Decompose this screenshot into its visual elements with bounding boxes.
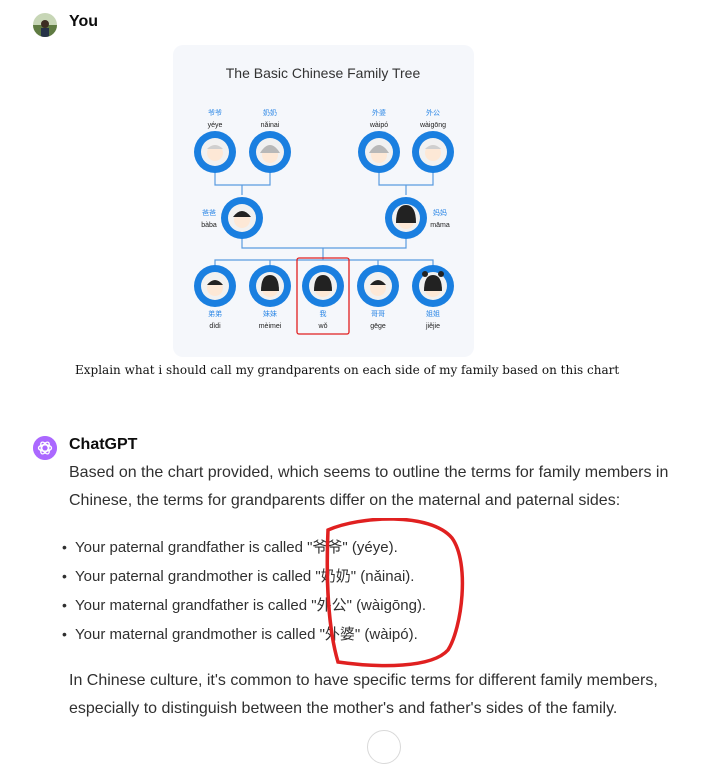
svg-text:dìdi: dìdi bbox=[209, 323, 221, 330]
chatgpt-logo-icon bbox=[33, 436, 57, 460]
svg-text:外婆: 外婆 bbox=[372, 108, 386, 117]
bullet-icon: • bbox=[62, 568, 67, 584]
svg-text:我: 我 bbox=[320, 309, 327, 318]
svg-text:爷爷: 爷爷 bbox=[208, 108, 222, 117]
svg-text:wǒ: wǒ bbox=[318, 323, 328, 330]
node-waigong: 外公 wàigōng bbox=[412, 108, 454, 173]
svg-text:弟弟: 弟弟 bbox=[208, 309, 222, 318]
user-avatar bbox=[33, 13, 57, 37]
svg-text:wàigōng: wàigōng bbox=[419, 122, 446, 129]
svg-text:jiějie: jiějie bbox=[425, 323, 440, 330]
svg-text:mèimei: mèimei bbox=[259, 323, 282, 330]
node-baba: 爸爸 bàba bbox=[201, 197, 263, 239]
svg-text:哥哥: 哥哥 bbox=[371, 310, 385, 318]
bullet-icon: • bbox=[62, 597, 67, 613]
node-jiejie: 姐姐 jiějie bbox=[412, 265, 454, 330]
svg-text:姐姐: 姐姐 bbox=[426, 309, 440, 318]
svg-text:爸爸: 爸爸 bbox=[202, 208, 216, 217]
svg-text:yéye: yéye bbox=[208, 122, 223, 129]
svg-text:外公: 外公 bbox=[426, 108, 440, 117]
user-prompt-text: Explain what i should call my grandparen… bbox=[75, 363, 620, 377]
node-gege: 哥哥 gēge bbox=[357, 265, 399, 330]
scroll-down-button[interactable] bbox=[367, 730, 401, 764]
svg-text:bàba: bàba bbox=[201, 222, 217, 229]
bullet-icon: • bbox=[62, 626, 67, 642]
svg-text:wàipó: wàipó bbox=[369, 122, 388, 129]
red-highlight-annotation bbox=[320, 517, 470, 675]
node-mama: 妈妈 māma bbox=[385, 197, 450, 239]
node-wo: 我 wǒ bbox=[296, 257, 350, 335]
node-yeye: 爷爷 yéye bbox=[194, 108, 236, 173]
response-intro: Based on the chart provided, which seems… bbox=[69, 464, 669, 509]
node-nainai: 奶奶 nǎinai bbox=[249, 108, 291, 173]
svg-text:māma: māma bbox=[430, 222, 450, 229]
svg-text:gēge: gēge bbox=[370, 323, 386, 330]
assistant-name: ChatGPT bbox=[69, 436, 138, 453]
svg-text:奶奶: 奶奶 bbox=[263, 108, 277, 117]
node-didi: 弟弟 dìdi bbox=[194, 265, 236, 330]
family-tree-title: The Basic Chinese Family Tree bbox=[226, 65, 421, 81]
node-meimei: 妹妹 mèimei bbox=[249, 265, 291, 330]
svg-text:nǎinai: nǎinai bbox=[261, 122, 280, 129]
svg-text:妈妈: 妈妈 bbox=[433, 208, 447, 217]
attached-family-tree-image[interactable]: The Basic Chinese Family Tree 爷爷 yéye 奶奶… bbox=[173, 45, 474, 357]
bullet-icon: • bbox=[62, 539, 67, 555]
response-outro: In Chinese culture, it's common to have … bbox=[69, 672, 658, 717]
user-name: You bbox=[69, 13, 99, 30]
svg-text:妹妹: 妹妹 bbox=[263, 309, 277, 318]
node-waipo: 外婆 wàipó bbox=[358, 108, 400, 173]
